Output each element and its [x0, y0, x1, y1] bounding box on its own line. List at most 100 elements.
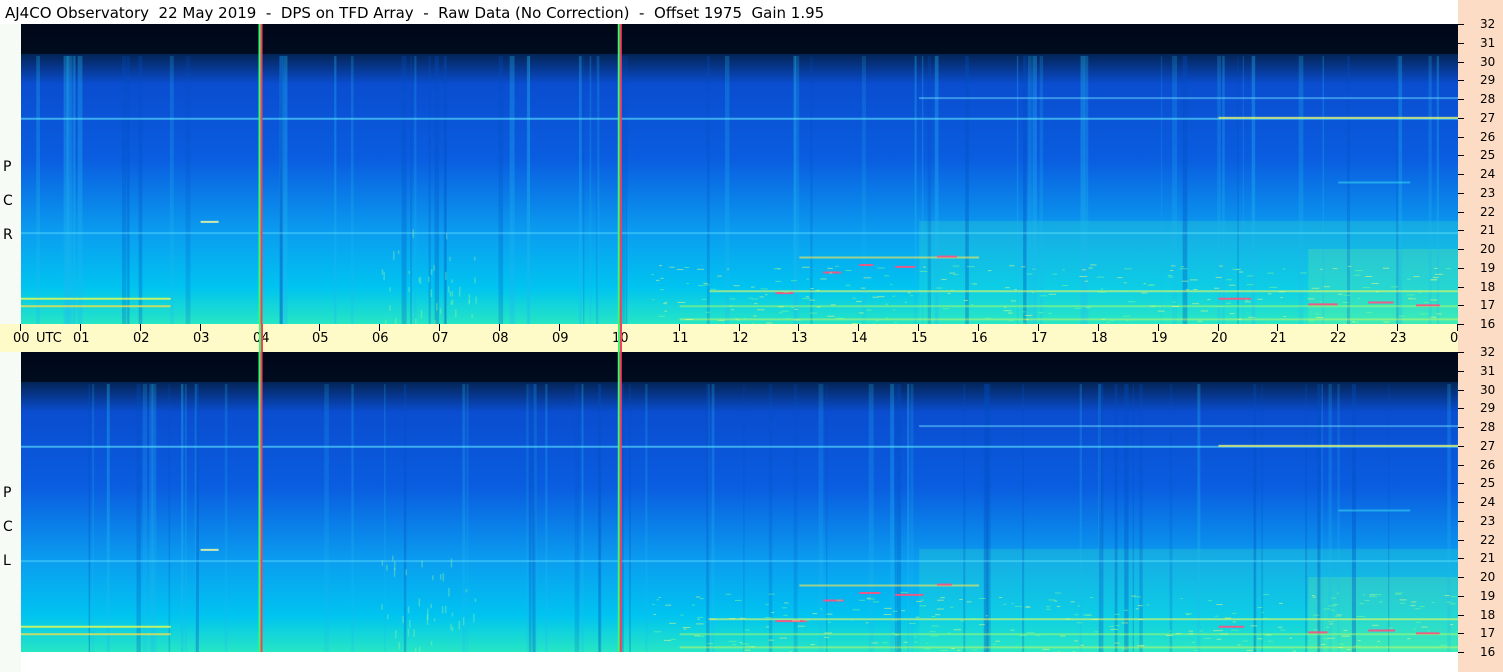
frequency-tick-label: 18: [1480, 280, 1496, 294]
time-tick: [1218, 324, 1219, 331]
noise-speckle: [891, 632, 895, 634]
noise-speckle: [1283, 316, 1287, 318]
noise-speckle: [707, 643, 714, 645]
noise-speckle: [664, 301, 668, 303]
time-stripe: [890, 383, 895, 652]
noise-speckle: [1313, 614, 1320, 616]
noise-speckle: [892, 610, 898, 612]
noise-speckle: [1010, 300, 1016, 302]
noise-speckle: [691, 604, 695, 606]
emission-feature: [450, 301, 452, 305]
time-tick: [439, 324, 440, 331]
noise-speckle: [735, 318, 739, 320]
noise-speckle: [728, 640, 737, 642]
frequency-tick-label: 25: [1480, 148, 1496, 162]
noise-speckle: [684, 266, 690, 268]
time-stripe: [894, 383, 897, 652]
interference-line: [21, 625, 171, 628]
noise-speckle: [1096, 276, 1105, 278]
noise-speckle: [1169, 630, 1172, 632]
lcp-spectrogram-svg: [21, 352, 1458, 652]
frequency-tick-label: 21: [1480, 551, 1496, 565]
noise-speckle: [1143, 283, 1146, 285]
noise-speckle: [1320, 268, 1323, 270]
time-stripe: [526, 383, 529, 652]
time-stripe: [74, 55, 76, 324]
frequency-tick: [1458, 249, 1464, 250]
time-stripe: [934, 55, 939, 324]
noise-speckle: [1077, 605, 1081, 607]
noise-speckle: [875, 320, 879, 322]
time-tick-label: 23: [1390, 331, 1407, 346]
noise-speckle: [1383, 321, 1390, 323]
interference-line: [709, 290, 1458, 293]
noise-speckle: [695, 596, 701, 598]
noise-speckle: [734, 599, 742, 601]
noise-speckle: [1437, 647, 1440, 649]
time-stripe: [498, 55, 504, 324]
noise-speckle: [963, 300, 968, 302]
noise-speckle: [1014, 605, 1023, 607]
frequency-tick: [1458, 193, 1464, 194]
noise-speckle: [1168, 276, 1174, 278]
noise-speckle: [1193, 288, 1198, 290]
noise-speckle: [1407, 297, 1412, 299]
noise-speckle: [1194, 650, 1199, 652]
noise-speckle: [1224, 617, 1232, 619]
noise-speckle: [1048, 599, 1056, 601]
noise-speckle: [1343, 294, 1351, 296]
time-stripe: [1317, 383, 1321, 652]
time-tick-label: 21: [1270, 331, 1287, 346]
noise-speckle: [827, 267, 833, 269]
noise-speckle: [1292, 650, 1296, 652]
noise-speckle: [1182, 280, 1189, 282]
noise-speckle: [1313, 629, 1319, 631]
time-stripe: [1447, 383, 1451, 652]
noise-speckle: [892, 619, 898, 621]
noise-speckle: [1335, 615, 1341, 617]
interference-line: [21, 232, 1458, 235]
noise-speckle: [651, 299, 655, 301]
noise-speckle: [783, 614, 788, 616]
time-stripe: [598, 383, 600, 652]
noise-speckle: [1219, 633, 1228, 635]
noise-speckle: [1032, 268, 1036, 270]
noise-speckle: [901, 610, 906, 612]
emission-feature: [412, 229, 414, 239]
noise-speckle: [1215, 276, 1222, 278]
noise-speckle: [701, 298, 707, 300]
noise-speckle: [1119, 290, 1128, 292]
noise-speckle: [985, 317, 991, 319]
time-stripe: [401, 55, 407, 324]
frequency-tick: [1458, 174, 1464, 175]
time-stripe: [1124, 383, 1129, 652]
noise-speckle: [1376, 291, 1379, 293]
noise-speckle: [1328, 623, 1334, 625]
time-stripe: [794, 55, 800, 324]
time-tick: [140, 324, 141, 331]
noise-speckle: [744, 629, 750, 631]
noise-speckle: [1262, 617, 1269, 619]
interference-line: [679, 633, 1458, 636]
time-tick-label: 14: [851, 331, 868, 346]
frequency-tick: [1458, 324, 1464, 325]
noise-speckle: [1061, 285, 1069, 287]
burst-spot: [895, 265, 916, 268]
noise-speckle: [1343, 629, 1348, 631]
frequency-tick: [1458, 615, 1464, 616]
noise-speckle: [1337, 643, 1345, 645]
time-stripe: [127, 55, 130, 324]
noise-speckle: [834, 265, 839, 267]
noise-speckle: [1257, 606, 1263, 608]
noise-speckle: [1172, 301, 1176, 303]
noise-speckle: [1300, 272, 1307, 274]
frequency-tick-label: 17: [1480, 298, 1496, 312]
emission-feature: [474, 256, 476, 261]
frequency-tick: [1458, 408, 1464, 409]
emission-feature: [458, 289, 461, 297]
noise-speckle: [867, 598, 875, 600]
emission-feature: [381, 604, 383, 611]
noise-speckle: [1150, 305, 1156, 307]
noise-speckle: [866, 309, 872, 311]
noise-speckle: [782, 607, 788, 609]
